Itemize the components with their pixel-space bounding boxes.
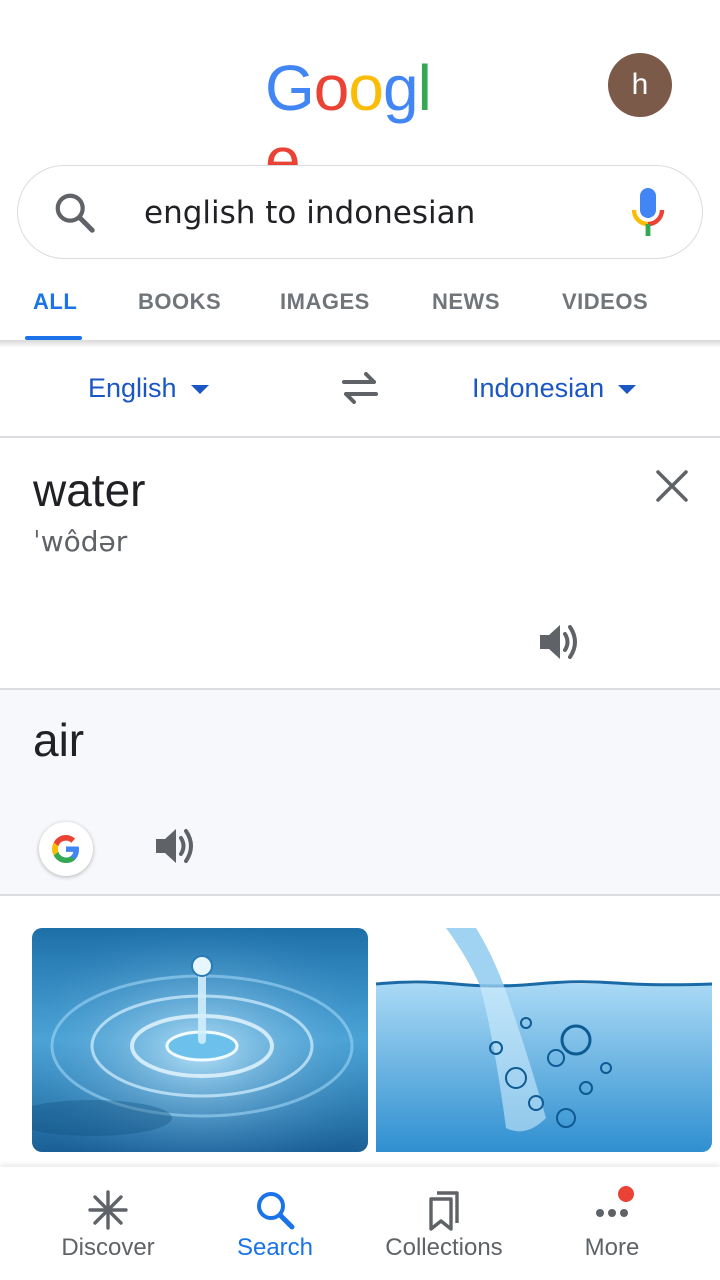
translation-result-card xyxy=(0,690,720,895)
tab-books[interactable]: BOOKS xyxy=(138,270,221,334)
nav-discover[interactable]: Discover xyxy=(33,1167,183,1280)
nav-collections[interactable]: Collections xyxy=(369,1167,519,1280)
google-logo: Google xyxy=(265,52,460,196)
tab-news[interactable]: NEWS xyxy=(432,270,500,334)
divider xyxy=(0,894,720,896)
water-pour-bubbles-image[interactable] xyxy=(376,928,712,1152)
google-g-icon[interactable] xyxy=(39,822,93,876)
logo-letter: o xyxy=(348,52,384,124)
source-phonetic: ˈwôdər xyxy=(33,525,128,558)
nav-more[interactable]: More xyxy=(537,1167,687,1280)
avatar[interactable]: h xyxy=(608,53,672,117)
source-language-label: English xyxy=(88,373,177,403)
bookmark-icon xyxy=(429,1191,459,1231)
nav-label: Collections xyxy=(385,1234,503,1261)
search-icon[interactable] xyxy=(52,190,98,236)
asterisk-icon xyxy=(88,1190,128,1230)
bottom-navigation: Discover Search Collections More xyxy=(0,1167,720,1280)
close-icon[interactable] xyxy=(652,466,692,506)
target-language-select[interactable]: Indonesian xyxy=(472,352,637,424)
logo-letter: o xyxy=(313,52,350,124)
swap-icon[interactable] xyxy=(338,370,382,406)
source-language-select[interactable]: English xyxy=(88,352,209,424)
nav-label: Discover xyxy=(61,1234,155,1261)
tab-videos[interactable]: VIDEOS xyxy=(562,270,648,334)
speaker-icon[interactable] xyxy=(154,825,198,867)
logo-letter: l xyxy=(417,52,432,124)
target-text: air xyxy=(33,714,85,766)
source-text[interactable]: water xyxy=(33,462,145,518)
mic-icon[interactable] xyxy=(630,188,666,236)
tab-all[interactable]: ALL xyxy=(33,270,77,334)
speaker-icon[interactable] xyxy=(538,621,582,663)
tab-images[interactable]: IMAGES xyxy=(280,270,370,334)
nav-search[interactable]: Search xyxy=(200,1167,350,1280)
search-icon xyxy=(257,1192,295,1230)
search-input[interactable]: english to indonesian xyxy=(144,190,475,236)
nav-label: More xyxy=(584,1234,640,1261)
nav-label: Search xyxy=(236,1234,314,1261)
water-drop-ripple-image[interactable] xyxy=(32,928,368,1152)
logo-letter: G xyxy=(265,52,315,124)
logo-letter: g xyxy=(382,52,419,124)
divider xyxy=(0,436,720,438)
tabs-shadow xyxy=(0,340,720,348)
search-tabs: ALL BOOKS IMAGES NEWS VIDEOS xyxy=(0,270,720,342)
chevron-down-icon xyxy=(190,385,209,395)
search-box[interactable]: english to indonesian xyxy=(17,165,703,259)
target-language-label: Indonesian xyxy=(472,373,605,403)
chevron-down-icon xyxy=(618,385,637,395)
notification-dot xyxy=(618,1186,634,1202)
